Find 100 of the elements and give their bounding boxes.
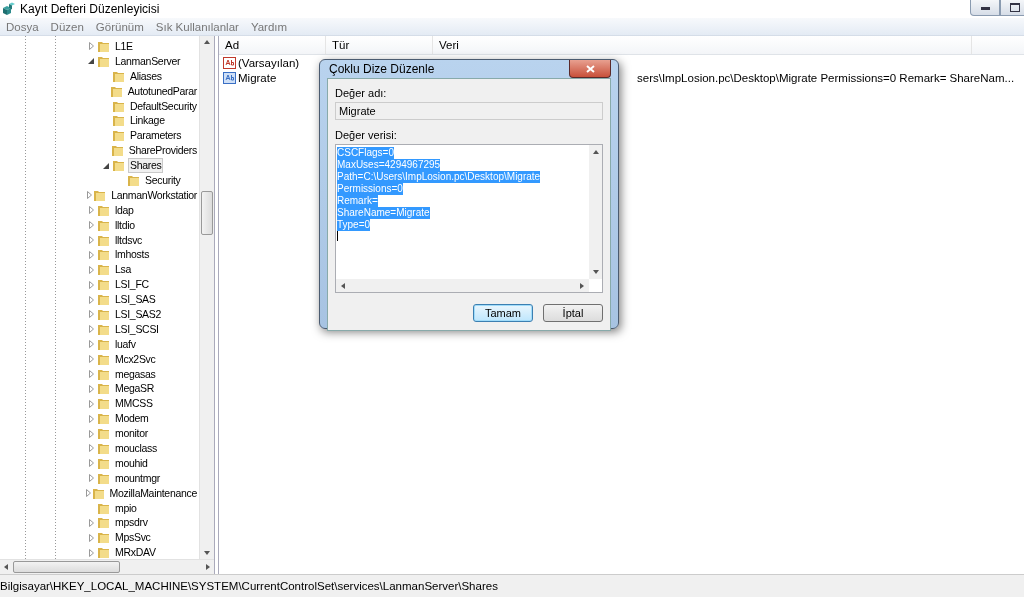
menu-item[interactable]: Görünüm bbox=[91, 20, 152, 33]
folder-icon bbox=[97, 54, 110, 68]
tree-item[interactable]: LSI_SAS bbox=[113, 292, 158, 308]
tree-item[interactable]: AutotunedParar bbox=[125, 83, 199, 99]
collapsed-triangle-icon[interactable] bbox=[88, 280, 94, 289]
tree-item[interactable]: Mcx2Svc bbox=[113, 351, 158, 367]
tree-item[interactable]: L1E bbox=[113, 38, 135, 54]
column-header[interactable]: Tür bbox=[326, 36, 433, 54]
folder-icon bbox=[112, 99, 125, 113]
column-header[interactable]: Ad bbox=[219, 36, 326, 54]
value-data: sers\ImpLosion.pc\Desktop\Migrate Permissions=0 Remark= ShareNam... bbox=[637, 71, 1015, 84]
tree-item[interactable]: megasas bbox=[113, 366, 158, 382]
minimize-button[interactable] bbox=[970, 0, 1000, 16]
dialog-title: Çoklu Dize Düzenle bbox=[328, 62, 435, 76]
folder-icon bbox=[97, 322, 110, 336]
tree-item[interactable]: Parameters bbox=[128, 128, 184, 144]
collapsed-triangle-icon[interactable] bbox=[88, 310, 94, 319]
folder-icon bbox=[97, 248, 110, 262]
collapsed-triangle-icon[interactable] bbox=[88, 518, 94, 527]
tree-item[interactable]: lmhosts bbox=[113, 247, 152, 263]
tree-item[interactable]: mpio bbox=[113, 500, 139, 516]
tree-item[interactable]: Modem bbox=[113, 411, 151, 427]
tree-item[interactable]: MRxDAV bbox=[113, 545, 158, 559]
collapsed-triangle-icon[interactable] bbox=[85, 489, 91, 498]
tree-item[interactable]: mouhid bbox=[113, 455, 150, 471]
folder-icon bbox=[112, 114, 125, 128]
collapsed-triangle-icon[interactable] bbox=[88, 325, 94, 334]
maximize-button[interactable] bbox=[1000, 0, 1024, 16]
tree-item[interactable]: monitor bbox=[113, 426, 150, 442]
string-value-icon bbox=[223, 71, 236, 84]
minimize-icon bbox=[980, 5, 990, 10]
collapsed-triangle-icon[interactable] bbox=[88, 355, 94, 364]
tree-item[interactable]: lltdsvc bbox=[113, 232, 145, 248]
tree-item[interactable]: mountmgr bbox=[113, 470, 162, 486]
collapsed-triangle-icon[interactable] bbox=[88, 206, 94, 215]
tree-item[interactable]: LSI_FC bbox=[113, 277, 151, 293]
collapsed-triangle-icon[interactable] bbox=[86, 191, 92, 200]
tree-item[interactable]: Shares bbox=[128, 158, 164, 174]
collapsed-triangle-icon[interactable] bbox=[88, 384, 94, 393]
tree-item[interactable]: luafv bbox=[113, 336, 138, 352]
collapsed-triangle-icon[interactable] bbox=[88, 221, 94, 230]
collapsed-triangle-icon[interactable] bbox=[88, 414, 94, 423]
collapsed-triangle-icon[interactable] bbox=[88, 295, 94, 304]
collapsed-triangle-icon[interactable] bbox=[88, 444, 94, 453]
scrollbar-thumb[interactable] bbox=[201, 190, 213, 235]
dialog-button[interactable]: İptal bbox=[543, 304, 603, 322]
value-name-field[interactable]: Migrate bbox=[335, 102, 603, 120]
tree-item[interactable]: MpsSvc bbox=[113, 530, 153, 546]
tree-item[interactable]: LanmanServer bbox=[113, 53, 183, 69]
text-caret bbox=[337, 231, 338, 241]
scroll-up-arrow-icon bbox=[204, 39, 210, 45]
collapsed-triangle-icon[interactable] bbox=[88, 429, 94, 438]
close-button[interactable] bbox=[569, 60, 611, 78]
dialog-button[interactable]: Tamam bbox=[473, 304, 533, 322]
folder-icon bbox=[97, 367, 110, 381]
tree-item[interactable]: Lsa bbox=[113, 262, 134, 278]
tree-item[interactable]: MegaSR bbox=[113, 381, 157, 397]
tree-item[interactable]: Linkage bbox=[128, 113, 167, 129]
collapsed-triangle-icon[interactable] bbox=[88, 474, 94, 483]
tree-item[interactable]: ShareProviders bbox=[126, 143, 199, 159]
menu-item[interactable]: Düzen bbox=[46, 20, 92, 33]
folder-icon bbox=[127, 173, 140, 187]
scroll-right-arrow-icon bbox=[579, 282, 585, 289]
collapsed-triangle-icon[interactable] bbox=[88, 42, 94, 51]
tree-item[interactable]: LSI_SAS2 bbox=[113, 307, 164, 322]
menu-item[interactable]: Yardım bbox=[246, 20, 296, 33]
folder-icon bbox=[97, 293, 110, 307]
close-icon bbox=[585, 64, 595, 73]
menu-item[interactable]: Dosya bbox=[2, 20, 47, 33]
tree-item[interactable]: Aliases bbox=[128, 68, 164, 84]
horizontal-scrollbar[interactable] bbox=[0, 559, 214, 574]
tree-item[interactable]: DefaultSecurity bbox=[128, 98, 199, 114]
collapsed-triangle-icon[interactable] bbox=[88, 265, 94, 274]
tree-item[interactable]: LanmanWorkstatior bbox=[109, 187, 199, 203]
tree-item[interactable]: mpsdrv bbox=[113, 515, 150, 531]
collapsed-triangle-icon[interactable] bbox=[88, 340, 94, 349]
folder-icon bbox=[97, 307, 110, 321]
column-header[interactable]: Veri bbox=[433, 36, 972, 54]
tree-item[interactable]: lltdio bbox=[113, 217, 137, 233]
tree-item[interactable]: MozillaMaintenance bbox=[107, 485, 199, 501]
collapsed-triangle-icon[interactable] bbox=[88, 370, 94, 379]
menu-item[interactable]: Sık Kullanılanlar bbox=[151, 20, 247, 33]
scrollbar-thumb[interactable] bbox=[13, 561, 120, 573]
tree-item[interactable]: Security bbox=[143, 172, 183, 188]
collapsed-triangle-icon[interactable] bbox=[88, 399, 94, 408]
expanded-triangle-icon[interactable] bbox=[88, 58, 94, 65]
folder-icon bbox=[109, 84, 123, 98]
folder-icon bbox=[97, 382, 110, 396]
collapsed-triangle-icon[interactable] bbox=[88, 533, 94, 542]
tree-item[interactable]: LSI_SCSI bbox=[113, 321, 161, 337]
collapsed-triangle-icon[interactable] bbox=[88, 548, 94, 557]
tree-item[interactable]: ldap bbox=[113, 202, 136, 218]
folder-icon bbox=[97, 233, 110, 247]
tree-item[interactable]: mouclass bbox=[113, 441, 159, 456]
expanded-triangle-icon[interactable] bbox=[103, 162, 109, 169]
collapsed-triangle-icon[interactable] bbox=[88, 236, 94, 244]
collapsed-triangle-icon[interactable] bbox=[88, 459, 94, 468]
vertical-scrollbar[interactable] bbox=[199, 36, 214, 559]
tree-item[interactable]: MMCSS bbox=[113, 396, 155, 412]
collapsed-triangle-icon[interactable] bbox=[88, 250, 94, 259]
